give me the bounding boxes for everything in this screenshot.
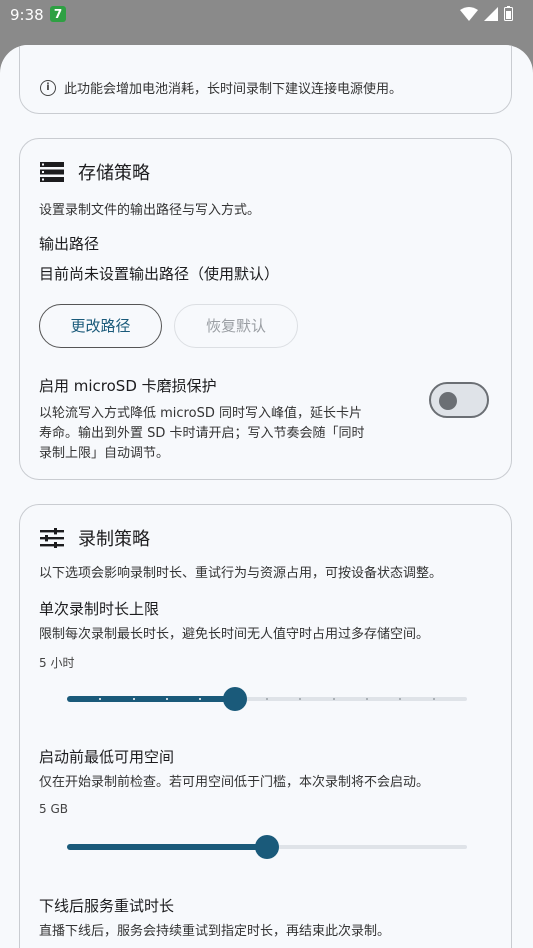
microsd-description-line-3: 录制上限」自动调节。 bbox=[39, 446, 170, 461]
slider-step-mark bbox=[132, 698, 135, 700]
battery-info-card: i 此功能会增加电池消耗，长时间录制下建议连接电源使用。 bbox=[19, 45, 512, 114]
change-path-button[interactable]: 更改路径 bbox=[39, 304, 162, 348]
output-path-label: 输出路径 bbox=[39, 235, 100, 253]
status-right-icons bbox=[460, 6, 513, 21]
slider-step-mark bbox=[166, 698, 168, 700]
storage-icon bbox=[40, 162, 64, 182]
min-space-value: 5 GB bbox=[39, 802, 68, 816]
microsd-protection-toggle[interactable] bbox=[429, 382, 489, 418]
max-duration-description: 限制每次录制最长时长，避免长时间无人值守时占用过多存储空间。 bbox=[39, 627, 430, 642]
storage-policy-card: 存储策略 设置录制文件的输出路径与写入方式。 输出路径 目前尚未设置输出路径（使… bbox=[19, 138, 512, 480]
microsd-description-line-1: 以轮流写入方式降低 microSD 同时写入峰值，延长卡片 bbox=[39, 406, 362, 421]
slider-step-mark bbox=[266, 698, 268, 700]
retry-duration-description: 直播下线后，服务会持续重试到指定时长，再结束此次录制。 bbox=[39, 924, 391, 939]
battery-info-text: 此功能会增加电池消耗，长时间录制下建议连接电源使用。 bbox=[64, 82, 403, 97]
microsd-protection-label: 启用 microSD 卡磨损保护 bbox=[39, 377, 217, 395]
storage-description: 设置录制文件的输出路径与写入方式。 bbox=[39, 203, 261, 218]
recording-policy-card: 录制策略 以下选项会影响录制时长、重试行为与资源占用，可按设备状态调整。 单次录… bbox=[19, 504, 512, 948]
record-header: 录制策略 bbox=[40, 525, 150, 551]
storage-title: 存储策略 bbox=[78, 163, 150, 184]
notification-badge-icon: 7 bbox=[50, 6, 66, 22]
min-space-label: 启动前最低可用空间 bbox=[39, 748, 175, 766]
slider-step-mark bbox=[432, 698, 435, 700]
wifi-icon bbox=[460, 6, 478, 21]
status-bar: 9:38 7 bbox=[0, 0, 533, 30]
max-duration-label: 单次录制时长上限 bbox=[39, 600, 160, 618]
signal-icon bbox=[484, 6, 498, 21]
toggle-knob bbox=[439, 392, 457, 410]
record-description: 以下选项会影响录制时长、重试行为与资源占用，可按设备状态调整。 bbox=[39, 566, 443, 581]
slider-thumb[interactable] bbox=[255, 835, 279, 859]
tune-icon bbox=[40, 528, 64, 548]
slider-step-mark bbox=[332, 698, 335, 700]
microsd-description-line-2: 寿命。输出到外置 SD 卡时请开启；写入节奏会随「同时 bbox=[39, 426, 365, 441]
slider-step-mark bbox=[366, 698, 368, 700]
info-icon: i bbox=[40, 79, 56, 96]
reset-default-button: 恢复默认 bbox=[174, 304, 298, 348]
bottom-sheet: i 此功能会增加电池消耗，长时间录制下建议连接电源使用。 存储策略 设置录制文件… bbox=[0, 45, 533, 948]
status-time: 9:38 bbox=[10, 6, 44, 24]
storage-header: 存储策略 bbox=[40, 159, 150, 185]
slider-thumb[interactable] bbox=[223, 687, 247, 711]
slider-fill bbox=[67, 844, 267, 850]
slider-fill bbox=[67, 696, 235, 702]
min-space-slider[interactable] bbox=[67, 835, 467, 859]
output-path-value: 目前尚未设置输出路径（使用默认） bbox=[39, 265, 280, 283]
min-space-description: 仅在开始录制前检查。若可用空间低于门槛，本次录制将不会启动。 bbox=[39, 775, 430, 790]
retry-duration-label: 下线后服务重试时长 bbox=[39, 897, 175, 915]
record-title: 录制策略 bbox=[78, 529, 150, 550]
max-duration-slider[interactable] bbox=[67, 687, 467, 711]
max-duration-value: 5 小时 bbox=[39, 656, 75, 670]
battery-icon bbox=[504, 6, 513, 21]
battery-info-row: i 此功能会增加电池消耗，长时间录制下建议连接电源使用。 bbox=[40, 78, 402, 97]
